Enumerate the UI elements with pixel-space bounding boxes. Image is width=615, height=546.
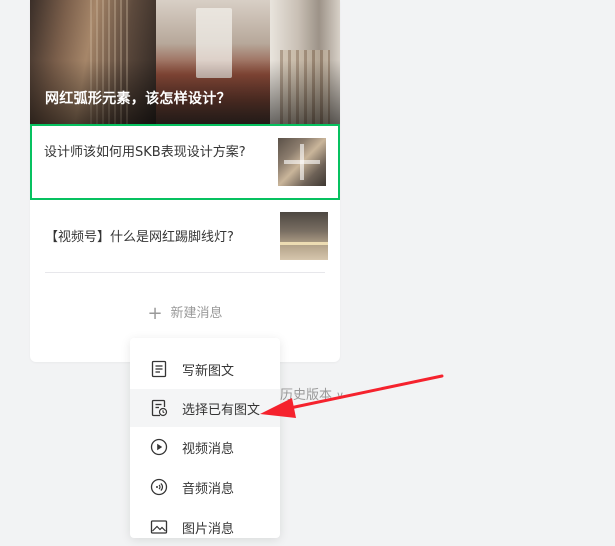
menu-item-label: 写新图文	[182, 364, 235, 379]
history-label: 历史版本	[280, 388, 333, 403]
plus-icon: +	[147, 303, 163, 324]
new-message-button[interactable]: + 新建消息	[30, 302, 340, 324]
article-thumbnail	[278, 138, 326, 186]
document-clock-icon	[150, 399, 168, 417]
cover-title: 网红弧形元素，该怎样设计？	[45, 91, 231, 107]
article-item[interactable]: 【视频号】什么是网红踢脚线灯?	[30, 200, 340, 272]
image-icon	[150, 518, 168, 536]
menu-item-label: 选择已有图文	[182, 403, 261, 418]
article-title: 设计师该如何用SKB表现设计方案?	[44, 145, 246, 160]
menu-item-label: 音频消息	[182, 482, 235, 497]
document-icon	[150, 360, 168, 378]
menu-item-audio-message[interactable]: 音频消息	[130, 468, 280, 506]
menu-item-write-new-article[interactable]: 写新图文	[130, 350, 280, 388]
menu-item-label: 图片消息	[182, 522, 235, 537]
play-circle-icon	[150, 438, 168, 456]
menu-item-video-message[interactable]: 视频消息	[130, 428, 280, 466]
audio-circle-icon	[150, 478, 168, 496]
menu-item-image-message[interactable]: 图片消息	[130, 508, 280, 546]
article-card: 网红弧形元素，该怎样设计？ 设计师该如何用SKB表现设计方案? 【视频号】什么是…	[30, 0, 340, 362]
divider	[45, 272, 325, 273]
menu-item-select-existing-article[interactable]: 选择已有图文	[130, 389, 280, 427]
history-version-link[interactable]: 历史版本 ∨	[280, 384, 344, 403]
new-message-menu: 写新图文 选择已有图文 视频消息 音频消息 图片消息	[130, 338, 280, 538]
chevron-down-icon: ∨	[336, 389, 345, 402]
new-message-label: 新建消息	[170, 306, 223, 321]
article-title: 【视频号】什么是网红踢脚线灯?	[45, 230, 234, 245]
cover-article[interactable]: 网红弧形元素，该怎样设计？	[30, 0, 340, 124]
menu-item-label: 视频消息	[182, 442, 235, 457]
article-item-selected[interactable]: 设计师该如何用SKB表现设计方案?	[30, 124, 340, 200]
article-thumbnail	[280, 212, 328, 260]
